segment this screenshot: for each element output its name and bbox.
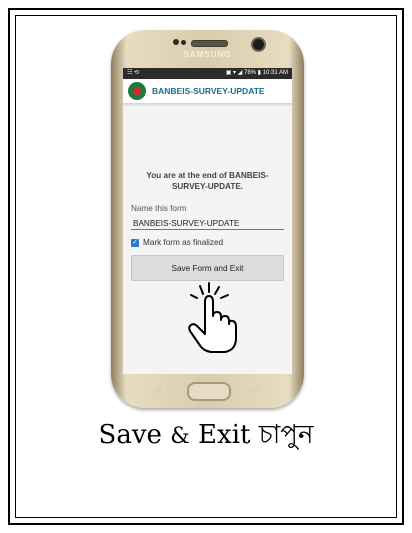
app-bar: BANBEIS-SURVEY-UPDATE [123, 79, 292, 104]
back-key-icon[interactable]: ◁ [155, 386, 161, 395]
caption-amp: & [170, 424, 190, 449]
home-button[interactable] [187, 382, 231, 401]
instruction-caption: Save & Exit চাপুন [0, 414, 412, 458]
finalize-label: Mark form as finalized [143, 238, 224, 247]
earpiece [191, 40, 228, 47]
caption-save: Save [98, 420, 162, 450]
name-form-label: Name this form [131, 204, 187, 213]
caption-exit: Exit [198, 420, 251, 450]
sensor-icon [173, 39, 179, 45]
sensor-icon [181, 40, 186, 45]
phone-bottom: ◁ ▭ [111, 374, 304, 408]
status-bar: ☷ ⟲ ▣ ▾ ◢ 78% ▮ 10:31 AM [123, 68, 292, 79]
phone-top: SAMSUNG [111, 30, 304, 70]
checkbox-checked-icon[interactable]: ✓ [131, 238, 139, 247]
caption-bangla: চাপুন [258, 420, 314, 450]
app-title: BANBEIS-SURVEY-UPDATE [152, 86, 265, 96]
status-icons-right: ▣ ▾ ◢ 78% ▮ 10:31 AM [225, 70, 288, 76]
phone-brand: SAMSUNG [183, 50, 232, 59]
finalize-checkbox-row[interactable]: ✓ Mark form as finalized [131, 238, 284, 247]
recent-apps-key-icon[interactable]: ▭ [251, 386, 259, 395]
app-logo-icon [128, 82, 146, 100]
form-end-content: You are at the end of BANBEIS-SURVEY-UPD… [123, 170, 292, 281]
end-message: You are at the end of BANBEIS-SURVEY-UPD… [146, 171, 269, 191]
form-name-input[interactable] [131, 218, 284, 230]
tap-hand-icon [188, 282, 237, 353]
save-form-and-exit-button[interactable]: Save Form and Exit [131, 255, 284, 281]
status-icons-left: ☷ ⟲ [127, 70, 140, 76]
